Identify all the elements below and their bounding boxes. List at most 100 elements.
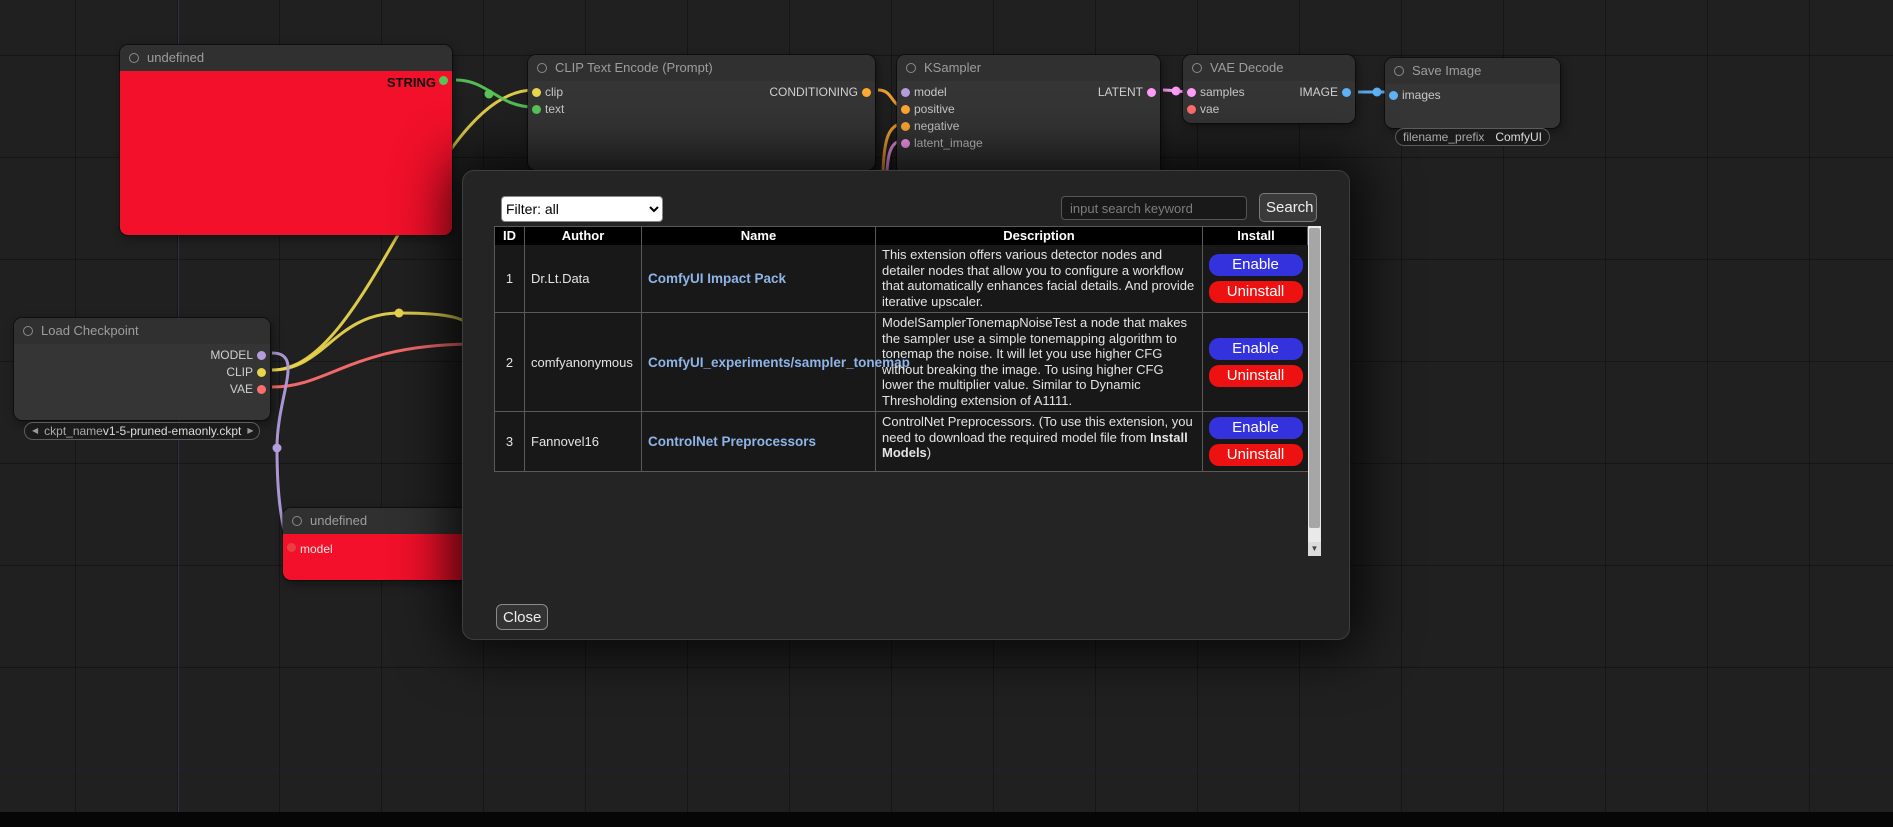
extension-link[interactable]: ComfyUI_experiments/sampler_tonemap [648,355,910,370]
cell-install: Enable Uninstall [1203,245,1309,313]
table-header-cell: Author [525,227,642,245]
collapse-dot-icon[interactable] [292,516,302,526]
enable-button[interactable]: Enable [1209,254,1303,276]
wire-dot-image [1373,88,1382,97]
node-undefined-top[interactable]: undefined STRING [120,45,452,235]
node-save-image[interactable]: Save Image images filename_prefix ComfyU… [1385,58,1560,128]
widget-value: v1-5-pruned-emaonly.ckpt [103,424,242,438]
cell-name: ComfyUI Impact Pack [642,245,876,313]
node-title-bar[interactable]: undefined [283,508,468,534]
extension-table-body: 1Dr.Lt.Data ComfyUI Impact Pack This exten… [494,245,1308,472]
search-button[interactable]: Search [1259,193,1317,222]
output-label: LATENT [1020,84,1160,101]
output-label: STRING [387,75,436,90]
collapse-dot-icon[interactable] [537,63,547,73]
table-row: 2comfyanonymousComfyUI_experiments/sampl… [494,313,1308,412]
uninstall-button[interactable]: Uninstall [1209,281,1303,303]
search-input[interactable] [1061,196,1247,220]
node-title-bar[interactable]: CLIP Text Encode (Prompt) [528,55,875,81]
uninstall-button[interactable]: Uninstall [1209,444,1303,466]
cell-id: 2 [495,313,525,412]
table-header-cell: Description [876,227,1203,245]
output-port-string[interactable] [439,76,448,85]
cell-name: ComfyUI_experiments/sampler_tonemap [642,313,876,412]
close-button[interactable]: Close [496,604,548,630]
cell-id: 3 [495,412,525,472]
table-row: 3Fannovel16ControlNet PreprocessorsContr… [494,412,1308,472]
filter-select[interactable]: Filter: all [501,196,663,222]
input-port-vae[interactable] [1187,105,1196,114]
node-clip-text-encode[interactable]: CLIP Text Encode (Prompt) clip CONDITION… [528,55,875,170]
collapse-dot-icon[interactable] [1192,63,1202,73]
cell-description: This extension offers various detector n… [876,245,1203,313]
output-port-vae[interactable] [257,385,266,394]
decrement-arrow-icon[interactable]: ◀ [32,422,38,440]
input-port-clip[interactable] [532,88,541,97]
uninstall-button[interactable]: Uninstall [1209,365,1303,387]
ckpt-name-widget[interactable]: ◀ ckpt_name v1-5-pruned-emaonly.ckpt ▶ [24,422,260,440]
input-port-samples[interactable] [1187,88,1196,97]
scrollbar-thumb[interactable] [1309,228,1320,528]
enable-button[interactable]: Enable [1209,338,1303,360]
wire-dot-model [273,444,282,453]
wire-dot-clip [395,309,404,318]
node-title: Save Image [1412,63,1481,78]
collapse-dot-icon[interactable] [23,326,33,336]
node-load-checkpoint[interactable]: Load Checkpoint MODEL CLIP VAE ◀ ckpt_na… [14,318,270,420]
input-label: positive [897,101,1160,118]
enable-button[interactable]: Enable [1209,417,1303,439]
node-body-error: model [283,534,468,580]
cell-description: ModelSamplerTonemapNoiseTest a node that… [876,313,1203,412]
graph-canvas[interactable]: undefined STRING CLIP Text Encode (Promp… [0,0,1893,827]
node-vae-decode[interactable]: VAE Decode samples IMAGE vae [1183,55,1355,123]
cell-author: Dr.Lt.Data [525,245,642,313]
cell-name: ControlNet Preprocessors [642,412,876,472]
node-title-bar[interactable]: Save Image [1385,58,1560,84]
table-header-row: IDAuthorNameDescriptionInstall [494,226,1308,245]
node-undefined-bottom[interactable]: undefined model [283,508,468,580]
input-label: negative [897,118,1160,135]
node-body-error: STRING [120,71,452,235]
extension-table: IDAuthorNameDescriptionInstall 1Dr.Lt.Da… [494,226,1308,472]
input-port-negative[interactable] [901,122,910,131]
output-port-model[interactable] [257,351,266,360]
wire-dot-string [485,90,494,99]
input-port-positive[interactable] [901,105,910,114]
node-title-bar[interactable]: Load Checkpoint [14,318,270,344]
widget-label: filename_prefix [1403,130,1484,144]
cell-install: Enable Uninstall [1203,412,1309,472]
input-port-model[interactable] [287,543,296,552]
increment-arrow-icon[interactable]: ▶ [247,422,253,440]
extension-link[interactable]: ControlNet Preprocessors [648,434,816,449]
node-title-bar[interactable]: undefined [120,45,452,71]
node-title: VAE Decode [1210,60,1283,75]
wire-clip-to-hidden-node [272,313,478,370]
node-title: Load Checkpoint [41,323,139,338]
widget-value: ComfyUI [1495,130,1542,144]
output-label: CONDITIONING [675,84,875,101]
node-title-bar[interactable]: KSampler [897,55,1160,81]
scrollbar-down-arrow-icon[interactable]: ▼ [1308,542,1321,556]
input-label: model [300,542,333,556]
table-row: 1Dr.Lt.Data ComfyUI Impact Pack This exten… [494,245,1308,313]
extension-link[interactable]: ComfyUI Impact Pack [648,271,786,286]
input-label: text [528,101,875,118]
filename-prefix-widget[interactable]: filename_prefix ComfyUI [1395,128,1550,146]
widget-label: ckpt_name [44,424,103,438]
input-label: images [1385,87,1560,104]
input-port-images[interactable] [1389,91,1398,100]
cell-id: 1 [495,245,525,313]
input-port-model[interactable] [901,88,910,97]
extension-manager-dialog: Filter: all Search IDAuthorNameDescripti… [462,170,1350,640]
node-title: undefined [310,513,367,528]
collapse-dot-icon[interactable] [1394,66,1404,76]
node-ksampler[interactable]: KSampler model LATENT positive negative … [897,55,1160,175]
input-port-text[interactable] [532,105,541,114]
input-port-latent-image[interactable] [901,139,910,148]
output-port-clip[interactable] [257,368,266,377]
wire-dot-latent [1172,87,1181,96]
node-title-bar[interactable]: VAE Decode [1183,55,1355,81]
collapse-dot-icon[interactable] [129,53,139,63]
collapse-dot-icon[interactable] [906,63,916,73]
table-scrollbar[interactable]: ▼ [1308,226,1321,556]
